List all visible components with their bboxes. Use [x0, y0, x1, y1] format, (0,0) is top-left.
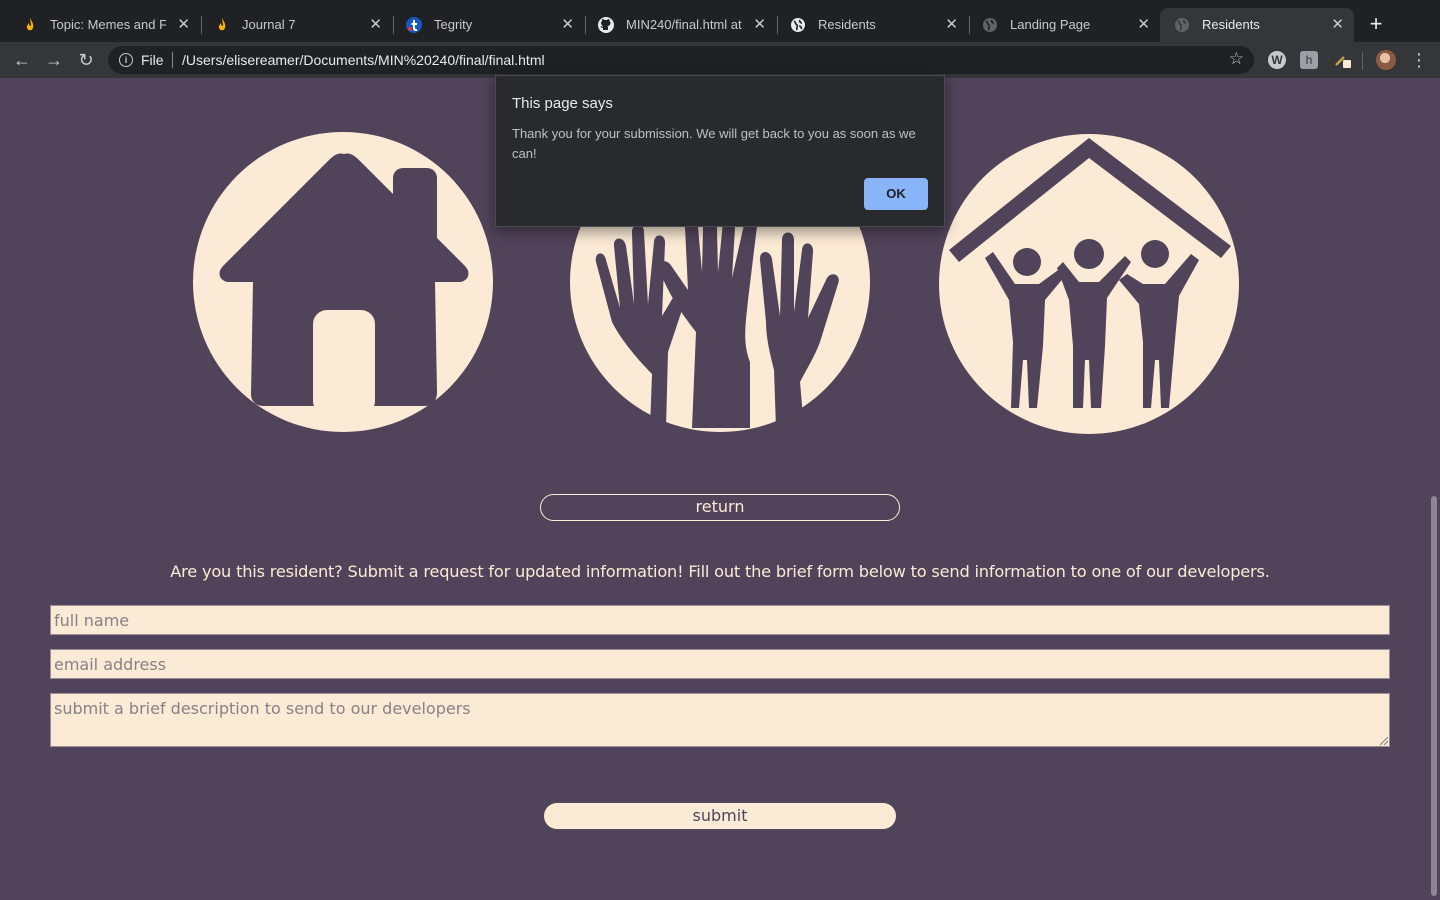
globe-icon [791, 18, 805, 32]
github-icon [598, 17, 614, 33]
tab-title: Landing Page [1010, 17, 1091, 32]
tab-title: Residents [1202, 17, 1260, 32]
wordpress-extension-icon[interactable]: W [1268, 51, 1286, 69]
dialog-title: This page says [512, 95, 613, 112]
tab-residents-active[interactable]: Residents ✕ [1160, 8, 1354, 42]
tab-title: Residents [818, 17, 876, 32]
new-tab-button[interactable]: + [1364, 12, 1388, 36]
back-icon[interactable]: ← [10, 48, 34, 72]
resident-prompt-text: Are you this resident? Submit a request … [170, 562, 1270, 581]
toolbar-divider [1362, 52, 1363, 70]
alert-dialog: This page says Thank you for your submis… [495, 75, 945, 227]
return-button[interactable]: return [540, 494, 900, 521]
tab-journal-7[interactable]: Journal 7 ✕ [200, 8, 392, 42]
omnibox-divider [172, 52, 173, 68]
menu-kebab-icon[interactable]: ⋮ [1410, 48, 1428, 72]
pen-extension-icon[interactable] [1334, 51, 1352, 69]
tab-title: MIN240/final.html at m [626, 17, 742, 32]
info-icon[interactable]: i [119, 53, 133, 67]
tab-title: Topic: Memes and Flash [50, 17, 166, 32]
close-icon[interactable]: ✕ [945, 8, 958, 42]
flame-icon [26, 18, 34, 31]
forward-icon[interactable]: → [42, 48, 66, 72]
bookmark-star-icon[interactable]: ☆ [1229, 49, 1244, 69]
tab-title: Journal 7 [242, 17, 296, 32]
tab-tegrity[interactable]: Tegrity ✕ [392, 8, 584, 42]
resize-handle-icon[interactable] [1380, 737, 1388, 745]
email-field[interactable]: email address [50, 649, 1390, 679]
extension-icon[interactable]: h [1300, 51, 1318, 69]
close-icon[interactable]: ✕ [561, 8, 574, 42]
globe-icon [1175, 18, 1189, 32]
description-textarea[interactable]: submit a brief description to send to ou… [50, 693, 1390, 747]
scrollbar-thumb[interactable] [1431, 496, 1437, 896]
close-icon[interactable]: ✕ [369, 8, 382, 42]
globe-icon [983, 18, 997, 32]
profile-avatar[interactable] [1376, 50, 1396, 70]
house-icon [193, 132, 493, 432]
url-scheme: File [141, 52, 164, 68]
full-name-field[interactable]: full name [50, 605, 1390, 635]
close-icon[interactable]: ✕ [753, 8, 766, 42]
dialog-message: Thank you for your submission. We will g… [512, 126, 916, 161]
close-icon[interactable]: ✕ [1137, 8, 1150, 42]
vertical-scrollbar[interactable] [1428, 78, 1440, 900]
url-text[interactable]: /Users/elisereamer/Documents/MIN%20240/f… [182, 52, 545, 68]
tab-title: Tegrity [434, 17, 473, 32]
browser-toolbar: ← → ↻ i File /Users/elisereamer/Document… [0, 42, 1440, 78]
tab-strip: Topic: Memes and Flash ✕ Journal 7 ✕ Teg… [0, 0, 1440, 46]
ok-button[interactable]: OK [864, 178, 928, 210]
tab-topic-memes[interactable]: Topic: Memes and Flash ✕ [8, 8, 200, 42]
flame-icon [218, 18, 226, 31]
tab-github-final[interactable]: MIN240/final.html at m ✕ [584, 8, 776, 42]
description-placeholder: submit a brief description to send to ou… [54, 699, 471, 718]
reload-icon[interactable]: ↻ [74, 48, 98, 72]
address-bar[interactable]: i File /Users/elisereamer/Documents/MIN%… [108, 46, 1254, 74]
tab-landing-page[interactable]: Landing Page ✕ [968, 8, 1160, 42]
family-under-roof-icon [939, 134, 1239, 434]
tegrity-icon [406, 17, 422, 33]
close-icon[interactable]: ✕ [1331, 8, 1344, 42]
submit-button[interactable]: submit [544, 803, 896, 829]
close-icon[interactable]: ✕ [177, 8, 190, 42]
tab-residents-1[interactable]: Residents ✕ [776, 8, 968, 42]
